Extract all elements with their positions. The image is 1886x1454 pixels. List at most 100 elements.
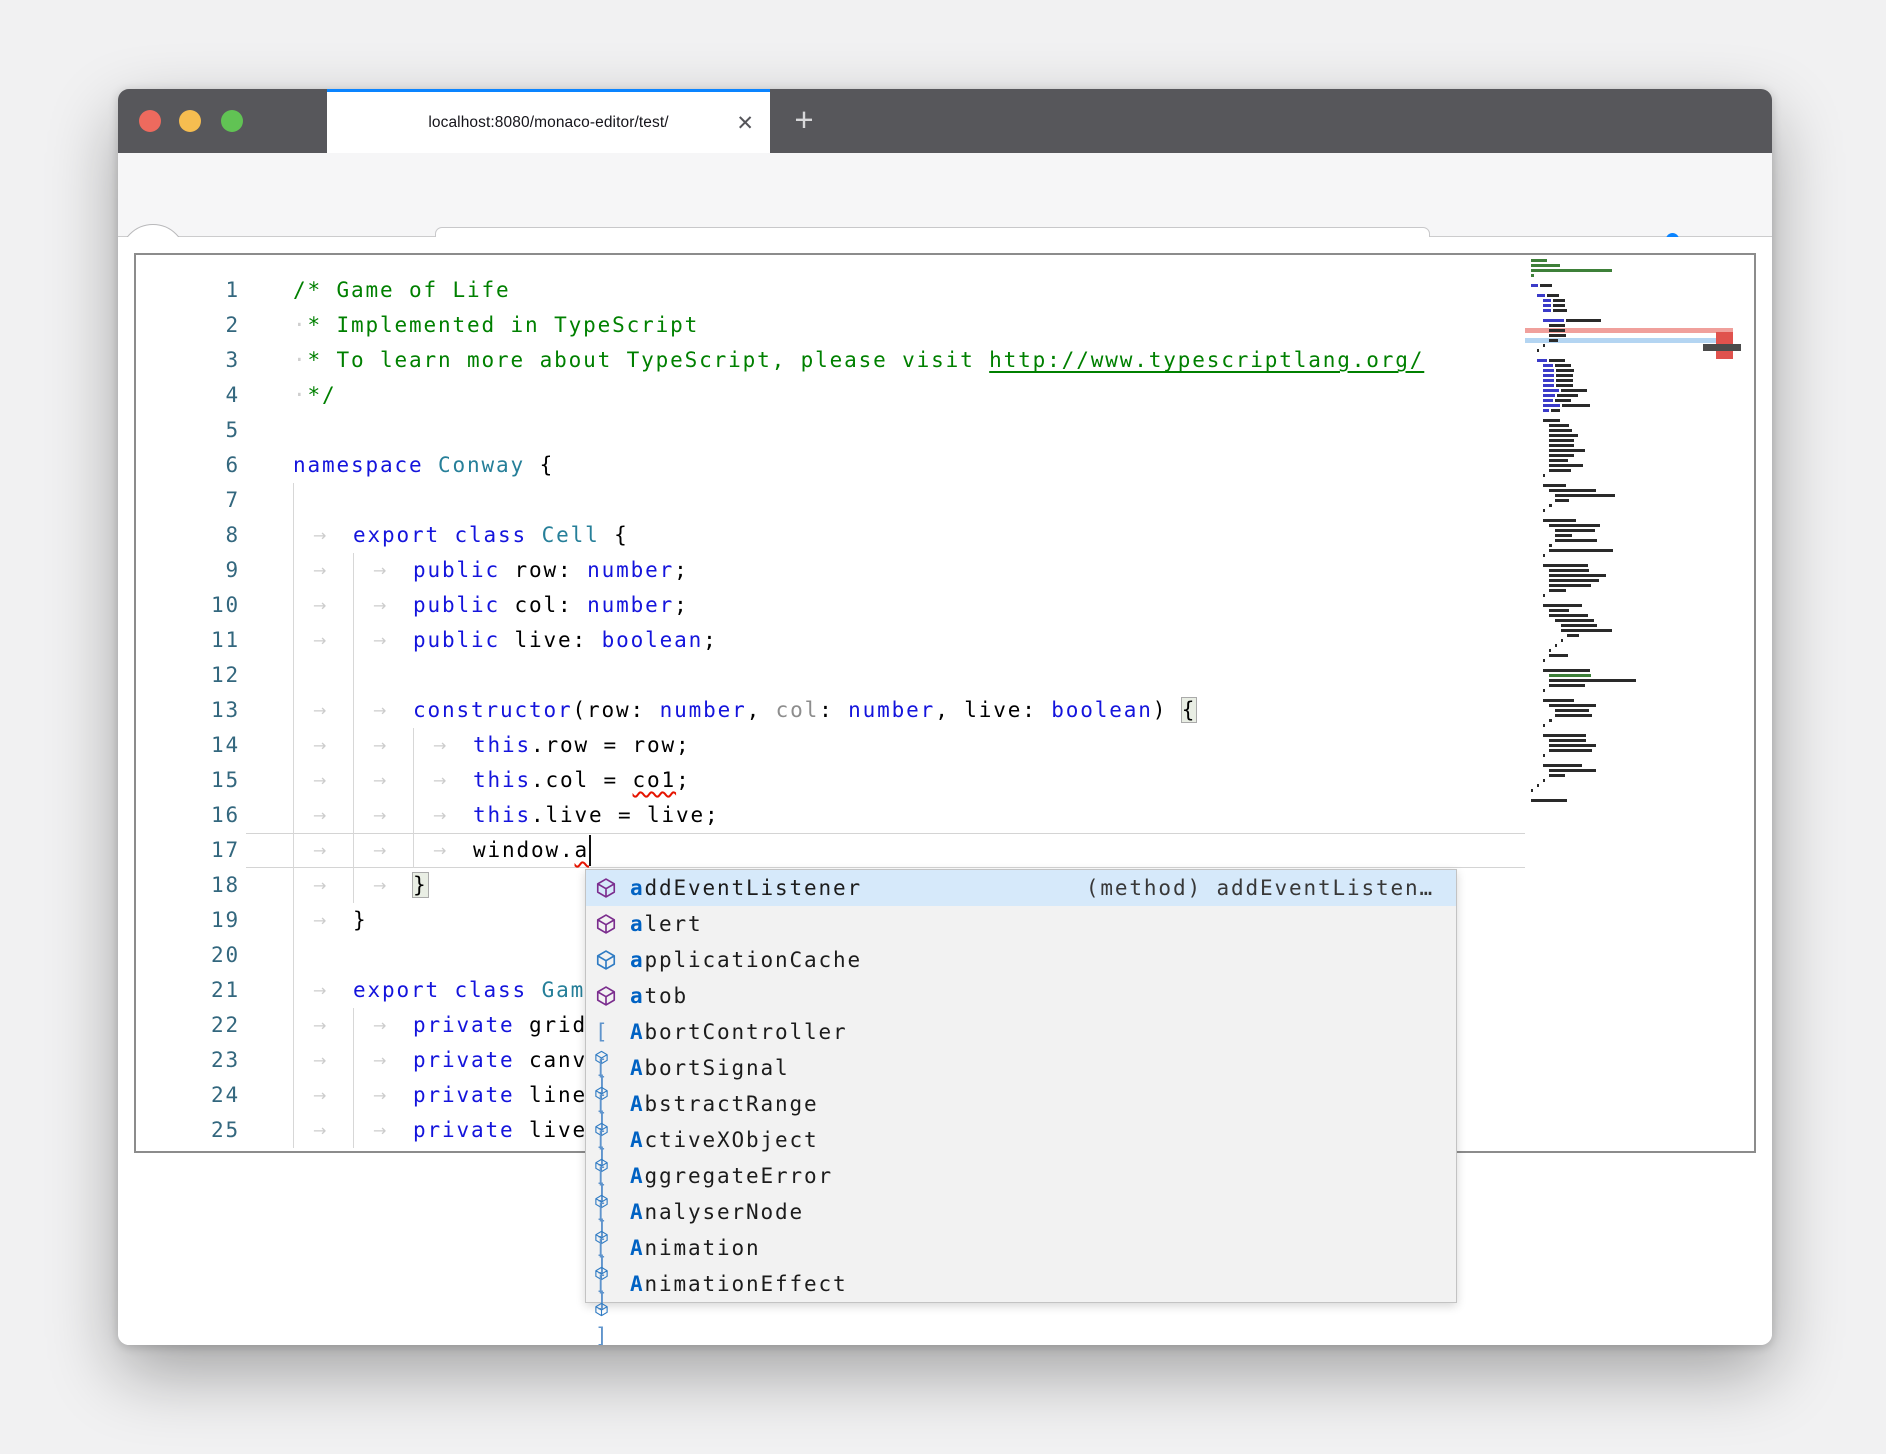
class-icon-box: []: [595, 1163, 621, 1189]
line-number[interactable]: 23: [136, 1043, 240, 1078]
minimap-line: [1543, 604, 1582, 607]
suggestion-item[interactable]: applicationCache: [586, 942, 1456, 978]
new-tab-button[interactable]: +: [782, 99, 826, 143]
suggestion-item[interactable]: []AggregateError: [586, 1158, 1456, 1194]
indent-guide: [293, 518, 294, 553]
line-number[interactable]: 14: [136, 728, 240, 763]
minimap-line: [1556, 379, 1573, 382]
window-minimize-button[interactable]: [179, 110, 201, 132]
minimap-line: [1555, 529, 1595, 532]
line-number[interactable]: 24: [136, 1078, 240, 1113]
code-token-d: canv: [515, 1048, 588, 1072]
line-number[interactable]: 17: [136, 833, 240, 868]
line-number[interactable]: 1: [136, 273, 240, 308]
line-number[interactable]: 12: [136, 658, 240, 693]
code-line[interactable]: export class Gam: [353, 973, 585, 1008]
line-number[interactable]: 9: [136, 553, 240, 588]
minimap-line: [1543, 754, 1545, 757]
minimap-line: [1549, 589, 1566, 592]
code-line[interactable]: /* Game of Life: [293, 273, 511, 308]
active-tab[interactable]: localhost:8080/monaco-editor/test/ ✕: [327, 89, 770, 153]
class-icon-box: []: [595, 1019, 621, 1045]
suggestion-item[interactable]: []Animation: [586, 1230, 1456, 1266]
code-line[interactable]: export class Cell {: [353, 518, 629, 553]
line-number[interactable]: 4: [136, 378, 240, 413]
line-number[interactable]: 22: [136, 1008, 240, 1043]
tab-whitespace-icon: →: [313, 623, 328, 658]
tab-whitespace-icon: →: [373, 693, 388, 728]
line-number[interactable]: 11: [136, 623, 240, 658]
overview-ruler-cursor-marker: [1703, 344, 1741, 351]
line-number[interactable]: 8: [136, 518, 240, 553]
line-number[interactable]: 3: [136, 343, 240, 378]
code-line[interactable]: constructor(row: number, col: number, li…: [413, 693, 1196, 728]
suggestion-item[interactable]: []AbstractRange: [586, 1086, 1456, 1122]
minimap-line: [1549, 614, 1588, 617]
line-number[interactable]: 18: [136, 868, 240, 903]
code-line[interactable]: ·* To learn more about TypeScript, pleas…: [293, 343, 1424, 378]
code-line[interactable]: }: [413, 868, 428, 903]
tab-whitespace-icon: →: [433, 833, 448, 868]
line-number[interactable]: 19: [136, 903, 240, 938]
code-line[interactable]: this.row = row;: [473, 728, 691, 763]
code-line[interactable]: public live: boolean;: [413, 623, 718, 658]
line-number[interactable]: 7: [136, 483, 240, 518]
line-number[interactable]: 5: [136, 413, 240, 448]
line-number[interactable]: 2: [136, 308, 240, 343]
minimap-line: [1555, 499, 1569, 502]
class-icon-box: []: [595, 1055, 621, 1081]
code-line[interactable]: private canv: [413, 1043, 587, 1078]
code-line[interactable]: this.col = co1;: [473, 763, 691, 798]
code-line[interactable]: ·* Implemented in TypeScript: [293, 308, 699, 343]
suggestion-item[interactable]: []AnalyserNode: [586, 1194, 1456, 1230]
suggestion-item[interactable]: alert: [586, 906, 1456, 942]
line-number[interactable]: 16: [136, 798, 240, 833]
code-line[interactable]: this.live = live;: [473, 798, 720, 833]
suggestion-item[interactable]: []AbortSignal: [586, 1050, 1456, 1086]
suggestion-label: addEventListener: [630, 870, 862, 906]
code-line[interactable]: public col: number;: [413, 588, 689, 623]
code-line[interactable]: ·*/: [293, 378, 337, 413]
code-line[interactable]: namespace Conway {: [293, 448, 554, 483]
tab-close-icon[interactable]: ✕: [736, 109, 754, 139]
minimap-line: [1537, 784, 1539, 787]
minimap-line: [1531, 269, 1612, 272]
suggestion-item[interactable]: addEventListener (method) addEventListen…: [586, 870, 1456, 906]
code-line[interactable]: private line: [413, 1078, 587, 1113]
minimap-line: [1543, 384, 1554, 387]
code-line[interactable]: private live: [413, 1113, 587, 1148]
suggestion-item[interactable]: []AnimationEffect: [586, 1266, 1456, 1302]
indent-guide: [293, 833, 294, 868]
tab-whitespace-icon: →: [373, 833, 388, 868]
line-number[interactable]: 6: [136, 448, 240, 483]
suggestion-item[interactable]: []ActiveXObject: [586, 1122, 1456, 1158]
minimap-line: [1549, 774, 1565, 777]
code-line[interactable]: public row: number;: [413, 553, 689, 588]
code-line[interactable]: }: [353, 903, 368, 938]
code-token-d: live: [515, 1118, 588, 1142]
minimap[interactable]: [1525, 255, 1733, 1151]
indent-guide: [293, 728, 294, 763]
minimap-line: [1549, 464, 1583, 467]
minimap-line: [1540, 284, 1552, 287]
minimap-line: [1543, 319, 1564, 322]
autocomplete-popup[interactable]: addEventListener (method) addEventListen……: [585, 869, 1457, 1303]
suggestion-detail: (method) addEventListen…: [1086, 870, 1434, 906]
line-number[interactable]: 15: [136, 763, 240, 798]
code-token-d: {: [525, 453, 554, 477]
line-number[interactable]: 20: [136, 938, 240, 973]
window-close-button[interactable]: [139, 110, 161, 132]
line-number[interactable]: 21: [136, 973, 240, 1008]
line-number[interactable]: 10: [136, 588, 240, 623]
indent-guide: [413, 763, 414, 798]
code-line[interactable]: private grid: [413, 1008, 587, 1043]
minimap-line: [1531, 789, 1533, 792]
minimap-line: [1543, 724, 1545, 727]
suggestion-item[interactable]: []AbortController: [586, 1014, 1456, 1050]
line-number[interactable]: 13: [136, 693, 240, 728]
code-line[interactable]: window.a: [473, 833, 589, 868]
suggestion-item[interactable]: atob: [586, 978, 1456, 1014]
line-number[interactable]: 25: [136, 1113, 240, 1148]
method-icon-box: [595, 983, 621, 1009]
window-zoom-button[interactable]: [221, 110, 243, 132]
